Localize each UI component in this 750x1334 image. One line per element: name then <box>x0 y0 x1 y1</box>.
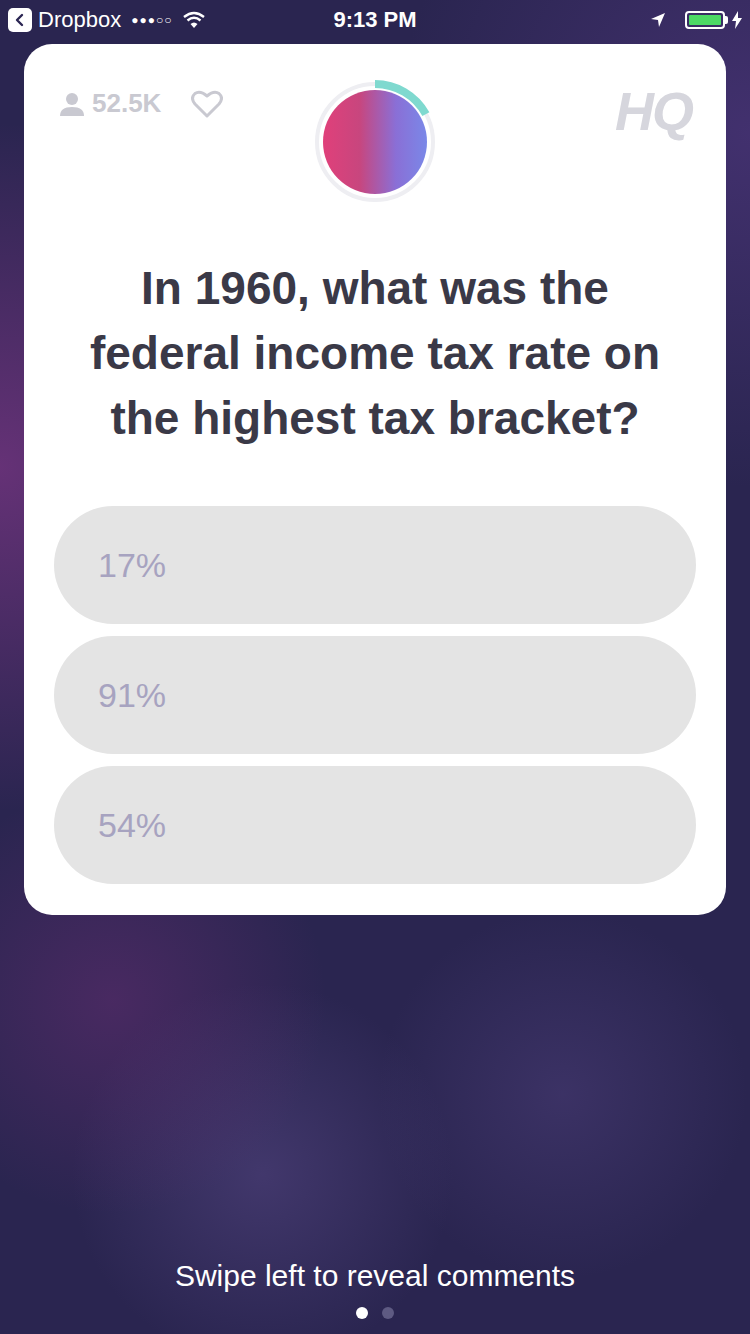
heart-icon[interactable] <box>191 90 223 118</box>
page-indicator <box>356 1307 394 1319</box>
host-avatar <box>313 80 437 204</box>
host-video <box>323 90 427 194</box>
answer-list: 17% 91% 54% <box>54 506 696 884</box>
back-icon[interactable] <box>8 8 32 32</box>
swipe-hint: Swipe left to reveal comments <box>175 1259 575 1293</box>
answer-option[interactable]: 91% <box>54 636 696 754</box>
viewers-icon <box>60 92 84 116</box>
question-card: 52.5K HQ In 1960, what was the federal i… <box>24 44 726 915</box>
question-text: In 1960, what was the federal income tax… <box>75 256 675 451</box>
status-bar: Dropbox ●●●○○ 9:13 PM <box>0 0 750 40</box>
hq-logo: HQ <box>615 80 696 142</box>
answer-option[interactable]: 54% <box>54 766 696 884</box>
clock: 9:13 PM <box>333 7 416 33</box>
page-dot[interactable] <box>382 1307 394 1319</box>
location-icon <box>649 11 667 29</box>
wifi-icon <box>182 11 206 29</box>
hq-trivia-screen: Dropbox ●●●○○ 9:13 PM 52.5K HQ In 1960, … <box>0 0 750 1334</box>
answer-option[interactable]: 17% <box>54 506 696 624</box>
timer-ring <box>313 80 437 204</box>
signal-icon: ●●●○○ <box>131 13 172 27</box>
viewer-count: 52.5K <box>92 88 161 119</box>
charging-icon <box>732 11 742 29</box>
page-dot[interactable] <box>356 1307 368 1319</box>
back-label[interactable]: Dropbox <box>38 7 121 33</box>
battery-icon <box>685 11 725 29</box>
